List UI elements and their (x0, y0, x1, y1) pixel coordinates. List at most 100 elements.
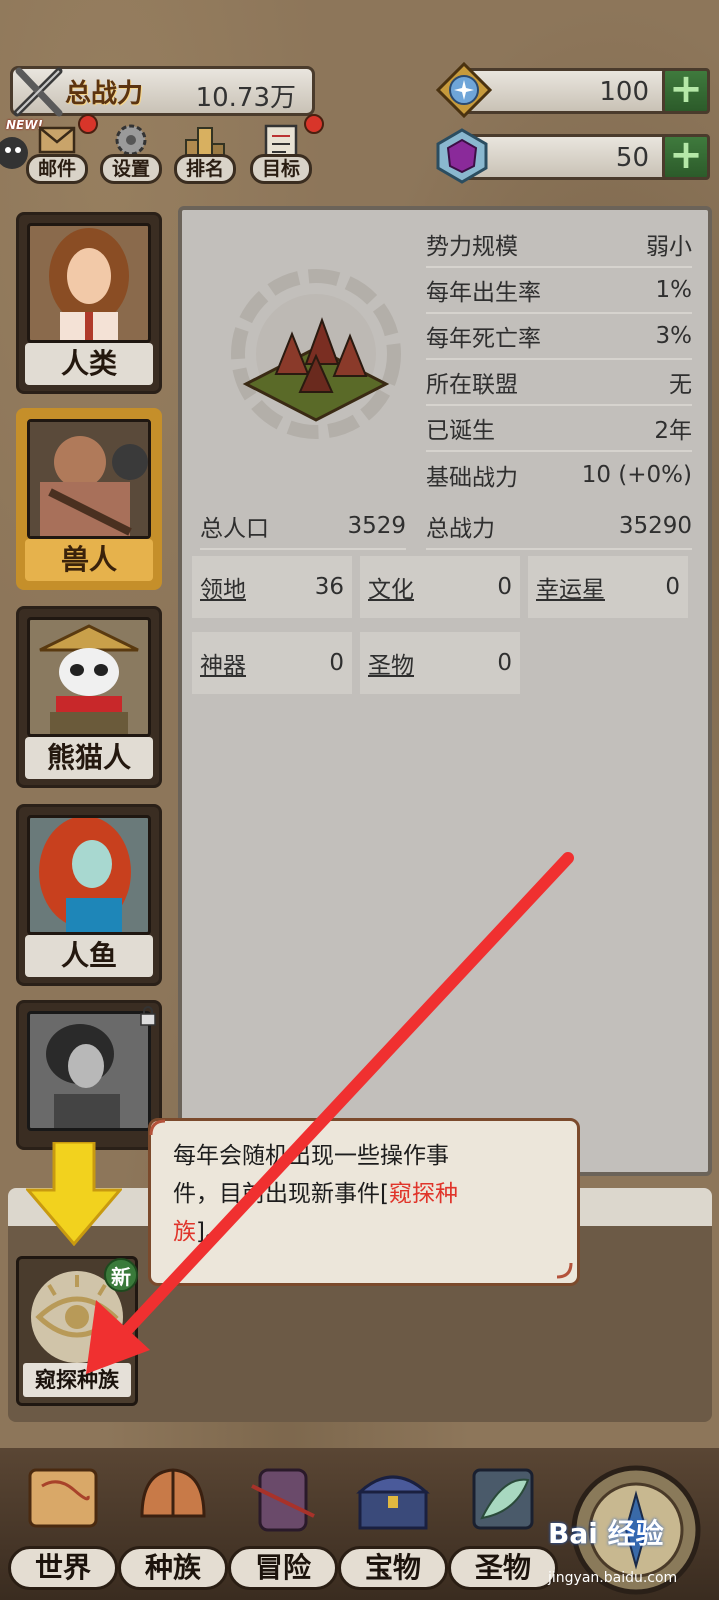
territory-link[interactable]: 领地 (200, 570, 246, 604)
ranking-label: 排名 (174, 154, 236, 184)
stat-row-alliance: 所在联盟 无 (426, 360, 692, 406)
race-name-human: 人类 (25, 343, 153, 385)
stat-row-birth-rate: 每年出生率 1% (426, 268, 692, 314)
merfolk-portrait-art (30, 818, 148, 932)
stat-label: 基础战力 (426, 465, 518, 491)
stat-value: 3% (655, 323, 693, 349)
territory-value: 36 (314, 574, 344, 600)
human-portrait-art (30, 226, 148, 340)
add-crystal-button[interactable]: + (662, 68, 710, 114)
nav-race[interactable]: 种族 (118, 1456, 228, 1596)
stat-label: 势力规模 (426, 234, 518, 260)
power-title: 总战力 (65, 78, 144, 109)
race-tab-human[interactable]: 人类 (16, 212, 162, 394)
artifact-link[interactable]: 神器 (200, 646, 246, 680)
crystal-value: 100 (599, 77, 649, 107)
race-tab-pandaren[interactable]: 熊猫人 (16, 606, 162, 788)
ranking-button[interactable]: 排名 (172, 122, 238, 184)
artifact-cell[interactable]: 神器 0 (192, 632, 352, 694)
lucky-star-link[interactable]: 幸运星 (536, 570, 605, 604)
crystal-badge-icon (436, 62, 492, 118)
race-detail-panel: 势力规模 弱小 每年出生率 1% 每年死亡率 3% 所在联盟 无 已诞生 2年 … (178, 206, 712, 1176)
race-name-pandaren: 熊猫人 (25, 737, 153, 779)
crossed-swords-icon (13, 67, 63, 117)
tribe-camp-emblem (231, 269, 401, 439)
tooltip-corner-ornament-icon (149, 1119, 166, 1136)
goals-button[interactable]: 目标 (248, 122, 314, 184)
treasure-chest-icon (356, 1475, 430, 1530)
locked-portrait (27, 1011, 151, 1131)
lucky-star-value: 0 (665, 574, 680, 600)
tooltip-corner-ornament-icon (556, 1262, 573, 1279)
relic-link[interactable]: 圣物 (368, 646, 414, 680)
merfolk-portrait (27, 815, 151, 935)
stat-label: 所在联盟 (426, 372, 518, 398)
nav-treasure-label: 宝物 (338, 1546, 448, 1590)
total-power-bar: 总战力 10.73万 (10, 66, 315, 117)
culture-value: 0 (497, 574, 512, 600)
gem-icon (436, 128, 488, 184)
stat-row-death-rate: 每年死亡率 3% (426, 314, 692, 360)
locked-portrait-art (30, 1014, 148, 1128)
watermark-url: jingyan.baidu.com (548, 1570, 678, 1586)
resource-bar-gem: 50 + (460, 134, 710, 180)
mail-button[interactable]: 邮件 (24, 122, 90, 184)
stat-value: 1% (655, 277, 693, 303)
resource-bar-crystal: 100 + (460, 68, 710, 114)
tooltip-line-2: 件，目前出现新事件[窥探种 (173, 1181, 458, 1207)
settings-label: 设置 (100, 154, 162, 184)
nav-relic-label: 圣物 (448, 1546, 558, 1590)
race-tab-locked[interactable] (16, 1000, 162, 1150)
goals-notification-dot (304, 114, 324, 134)
nav-adventure[interactable]: 冒险 (228, 1456, 338, 1596)
watermark: Bai 经验 (548, 1517, 664, 1550)
chained-hand-icon (251, 1468, 315, 1532)
stat-row-age: 已诞生 2年 (426, 406, 692, 452)
nav-adventure-label: 冒险 (228, 1546, 338, 1590)
lucky-star-cell[interactable]: 幸运星 0 (528, 556, 688, 618)
stat-row-base-power: 基础战力 10 (+0%) (426, 452, 692, 498)
tooltip-highlight-2: 族 (173, 1219, 196, 1245)
world-map-icon (28, 1468, 98, 1528)
race-name-orc: 兽人 (25, 539, 153, 581)
goals-label: 目标 (250, 154, 312, 184)
race-name-merfolk: 人鱼 (25, 935, 153, 977)
race-tab-merfolk[interactable]: 人鱼 (16, 804, 162, 986)
total-power-row: 总战力 35290 (426, 504, 692, 550)
mail-label: 邮件 (26, 154, 88, 184)
race-tab-orc[interactable]: 兽人 (16, 408, 162, 590)
culture-cell[interactable]: 文化 0 (360, 556, 520, 618)
stat-value: 2年 (654, 418, 692, 444)
helmet-icon (140, 1468, 206, 1518)
nav-race-label: 种族 (118, 1546, 228, 1590)
nav-world[interactable]: 世界 (8, 1456, 118, 1596)
nav-treasure[interactable]: 宝物 (338, 1456, 448, 1596)
stat-label: 已诞生 (426, 418, 495, 444)
tooltip-highlight-1: 窥探种 (388, 1181, 458, 1207)
relic-leaf-icon (472, 1468, 534, 1530)
pandaren-portrait-art (30, 620, 148, 734)
stat-row-scale: 势力规模 弱小 (426, 222, 692, 268)
orc-portrait (27, 419, 151, 539)
lock-icon (140, 1006, 156, 1026)
stat-value: 无 (669, 372, 692, 398)
culture-link[interactable]: 文化 (368, 570, 414, 604)
nav-relic[interactable]: 圣物 (448, 1456, 558, 1596)
stat-value: 10 (+0%) (581, 462, 692, 488)
relic-value: 0 (497, 650, 512, 676)
territory-cell[interactable]: 领地 36 (192, 556, 352, 618)
stat-value: 弱小 (646, 234, 692, 260)
total-power-value: 35290 (618, 513, 692, 539)
artifact-value: 0 (329, 650, 344, 676)
pandaren-portrait (27, 617, 151, 737)
nav-world-label: 世界 (8, 1546, 118, 1590)
relic-cell[interactable]: 圣物 0 (360, 632, 520, 694)
stat-label: 每年死亡率 (426, 326, 541, 352)
orc-portrait-art (30, 422, 148, 536)
settings-button[interactable]: 设置 (98, 122, 164, 184)
new-badge: 新 (104, 1258, 138, 1292)
population-label: 总人口 (200, 516, 269, 542)
mail-notification-dot (78, 114, 98, 134)
stat-label: 每年出生率 (426, 280, 541, 306)
add-gem-button[interactable]: + (662, 134, 710, 180)
